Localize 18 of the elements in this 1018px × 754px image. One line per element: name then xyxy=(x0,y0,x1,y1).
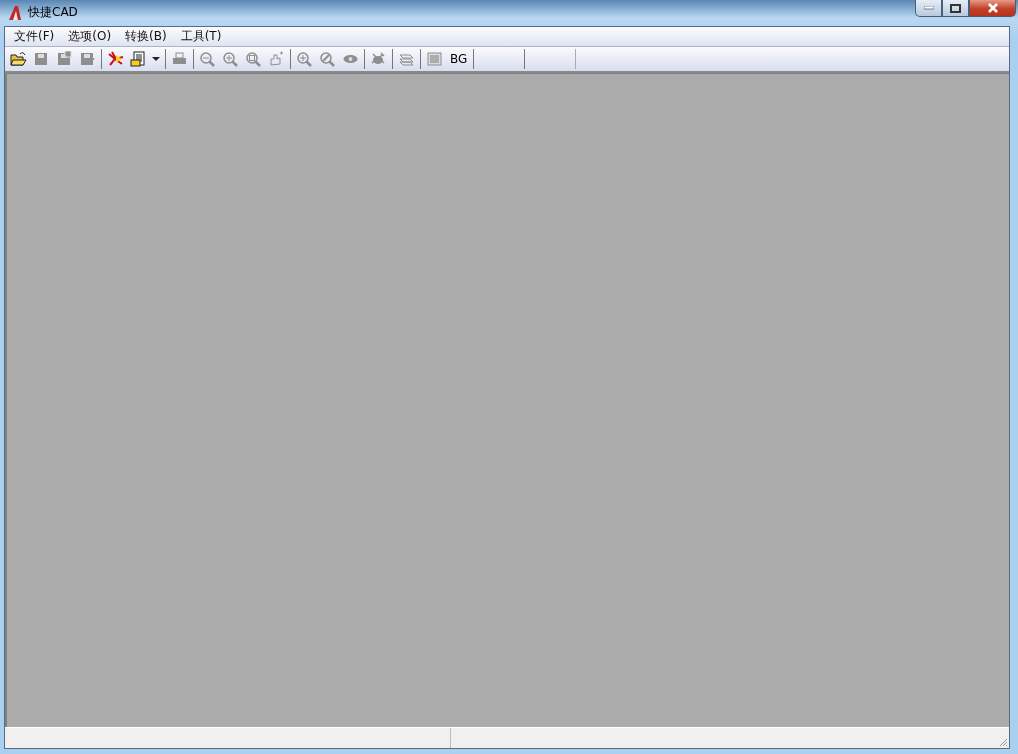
maximize-button[interactable] xyxy=(942,0,969,17)
background-button[interactable]: BG xyxy=(449,52,469,66)
close-button[interactable] xyxy=(969,0,1016,17)
minimize-button[interactable] xyxy=(915,0,942,17)
app-logo-icon xyxy=(8,4,22,21)
menu-item[interactable]: 文件(F) xyxy=(7,28,62,45)
open-folder-icon[interactable] xyxy=(10,51,27,67)
menu-item[interactable]: 工具(T) xyxy=(173,28,229,45)
window-title: 快捷CAD xyxy=(28,4,78,21)
close-icon xyxy=(986,3,999,13)
caret-icon[interactable] xyxy=(152,57,160,61)
maximize-icon xyxy=(950,3,961,13)
convert-icon[interactable] xyxy=(107,51,124,67)
resize-grip-icon[interactable] xyxy=(998,737,1008,747)
document-icon[interactable] xyxy=(130,51,147,67)
menu-item[interactable]: 转换(B) xyxy=(118,28,174,45)
minimize-icon xyxy=(923,6,934,10)
menu-item[interactable]: 选项(O) xyxy=(61,28,119,45)
